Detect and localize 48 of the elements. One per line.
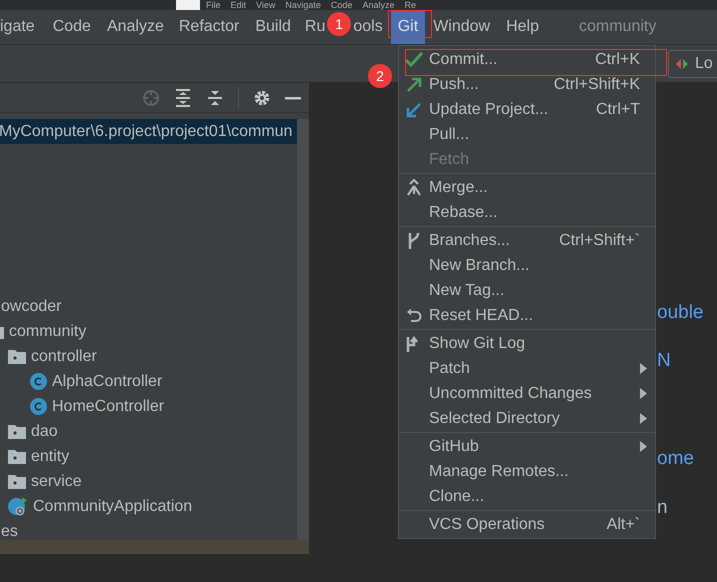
- menu-item[interactable]: Analyze: [362, 0, 394, 10]
- menu-item[interactable]: GitHub: [399, 434, 655, 459]
- menu-item[interactable]: Patch: [399, 356, 655, 381]
- tree-item[interactable]: dao: [31, 420, 58, 444]
- menu-item[interactable]: File: [206, 0, 221, 10]
- tree-item[interactable]: entity: [31, 444, 70, 468]
- menu-item[interactable]: Window: [433, 10, 490, 44]
- menu-item[interactable]: Push... Ctrl+Shift+K: [399, 72, 655, 97]
- menu-item[interactable]: View: [256, 0, 276, 10]
- menu-item[interactable]: Refactor: [178, 10, 240, 44]
- tree-item[interactable]: controller: [31, 344, 97, 368]
- tree-item[interactable]: CommunityApplication: [33, 494, 192, 518]
- menu-item[interactable]: New Tag...: [399, 278, 655, 303]
- project-name: community: [579, 17, 656, 37]
- menu-item[interactable]: Manage Remotes...: [399, 459, 655, 484]
- menu-item[interactable]: Code: [330, 0, 352, 10]
- tree-item[interactable]: HomeController: [52, 394, 164, 418]
- tree-item[interactable]: es: [1, 520, 18, 540]
- menu-item[interactable]: VCS Operations Alt+`: [399, 512, 655, 537]
- menu-item[interactable]: Rebase...: [399, 200, 655, 225]
- menu-item[interactable]: Code: [52, 10, 91, 44]
- menu-item[interactable]: Build: [255, 10, 291, 44]
- menu-item[interactable]: Merge...: [399, 175, 655, 200]
- menu-item[interactable]: Uncommitted Changes: [399, 381, 655, 406]
- menu-item[interactable]: igate: [0, 10, 35, 44]
- shortcut-hint: n: [657, 496, 668, 520]
- tree-item[interactable]: AlphaController: [52, 370, 162, 394]
- menu-item[interactable]: Clone...: [399, 484, 655, 509]
- tree-item[interactable]: service: [31, 470, 82, 494]
- menu-item[interactable]: Re: [404, 0, 416, 10]
- menu-item[interactable]: Update Project... Ctrl+T: [399, 97, 655, 122]
- menu-item[interactable]: Navigate: [285, 0, 321, 10]
- menu-item[interactable]: Git: [390, 10, 426, 44]
- menu-item[interactable]: Help: [506, 10, 539, 44]
- run-configuration-button[interactable]: Lo: [668, 50, 717, 78]
- menu-item[interactable]: Selected Directory: [399, 406, 655, 431]
- menu-item[interactable]: ools: [353, 10, 383, 44]
- menu-item[interactable]: New Branch...: [399, 253, 655, 278]
- tree-item[interactable]: community: [9, 320, 86, 344]
- tree-item[interactable]: owcoder: [1, 294, 62, 318]
- menu-item[interactable]: Ru: [304, 10, 326, 44]
- menu-item[interactable]: Reset HEAD...: [399, 303, 655, 328]
- menu-item[interactable]: Branches... Ctrl+Shift+`: [399, 228, 655, 253]
- menu-item[interactable]: Commit... Ctrl+K: [399, 47, 655, 72]
- menu-item[interactable]: Edit: [230, 0, 246, 10]
- menu-item[interactable]: Analyze: [106, 10, 164, 44]
- menu-item[interactable]: Pull...: [399, 122, 655, 147]
- menu-item[interactable]: Show Git Log: [399, 331, 655, 356]
